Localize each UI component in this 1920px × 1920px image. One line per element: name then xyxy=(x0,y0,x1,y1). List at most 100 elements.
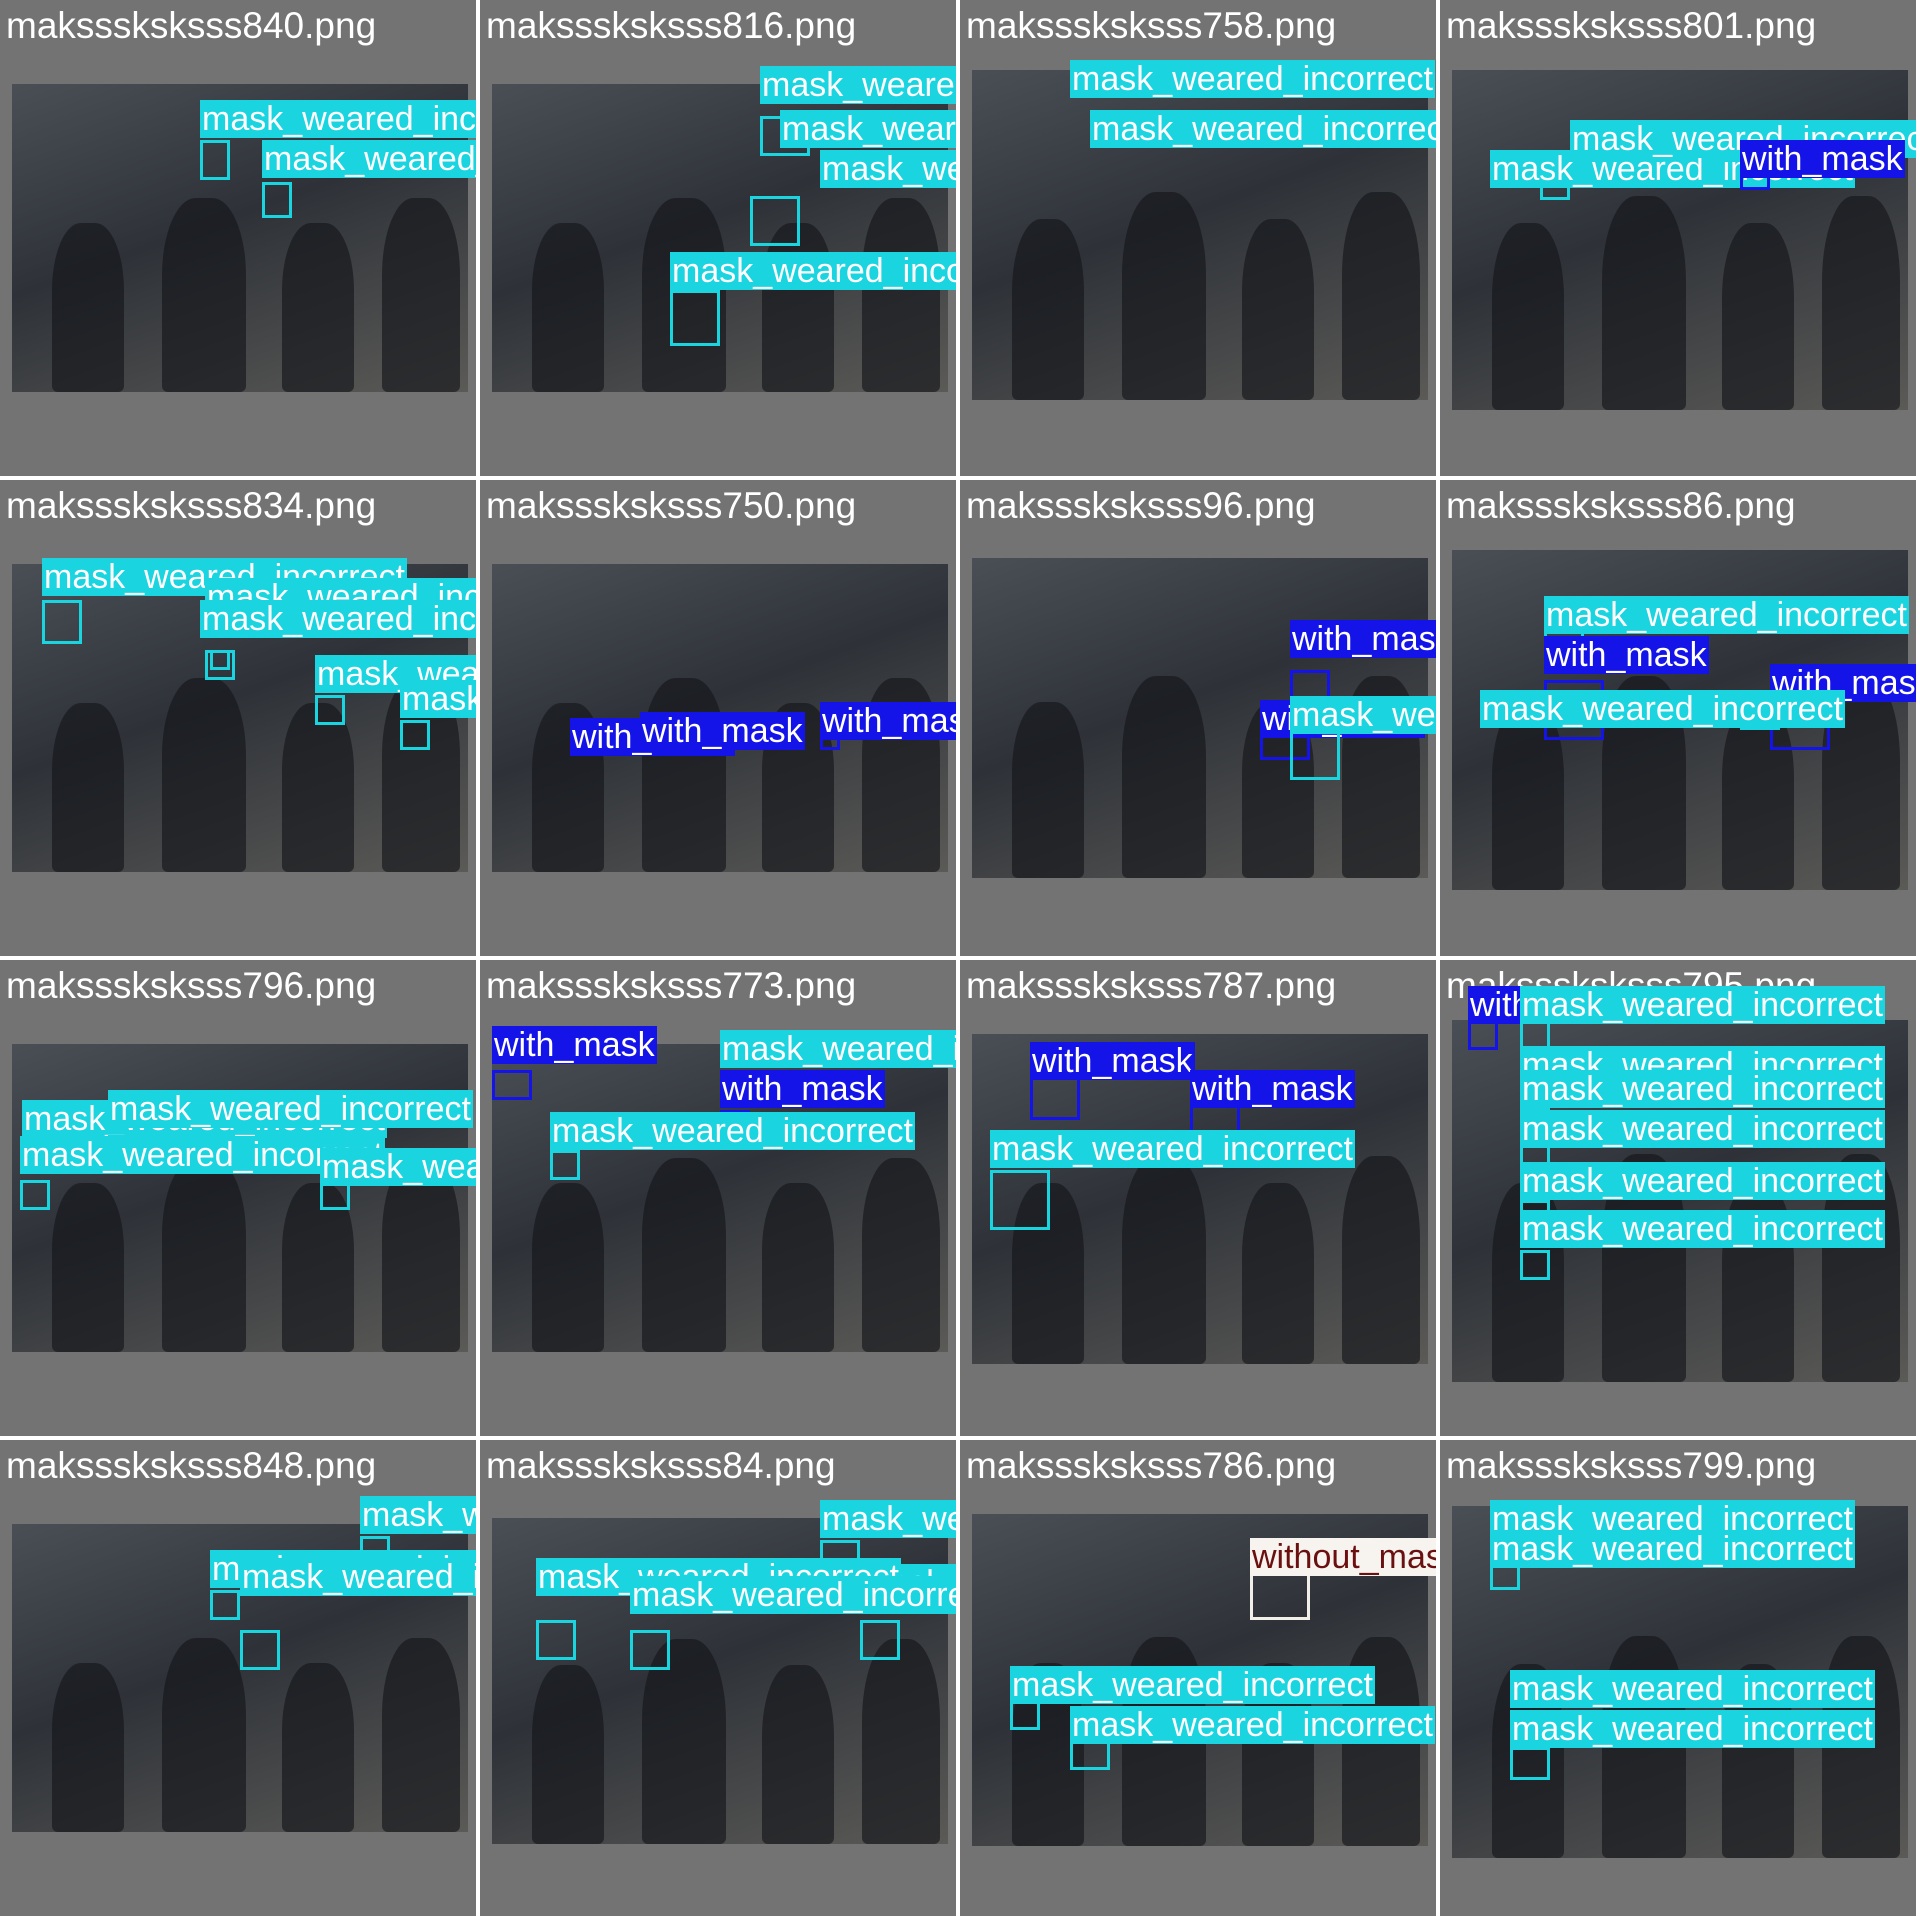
detection-label: mask_weared_incorrect xyxy=(240,1558,476,1596)
detection-label: mask_weared_incorrect xyxy=(820,1500,956,1538)
tile-filename: maksssksksss848.png xyxy=(6,1445,377,1486)
tile-filename: maksssksksss773.png xyxy=(486,965,857,1006)
person-silhouette xyxy=(532,222,604,392)
person-silhouette xyxy=(162,197,246,392)
person-silhouette xyxy=(162,677,246,872)
tile-filename: maksssksksss786.png xyxy=(966,1445,1337,1486)
person-silhouette xyxy=(862,1157,940,1352)
tile: maksssksksss786.png without_mask mask_wear… xyxy=(960,1440,1436,1916)
detection-box xyxy=(990,1170,1050,1230)
person-silhouette xyxy=(282,702,354,872)
person-silhouette xyxy=(1722,223,1794,410)
detection-label: mask_weared_incorrect xyxy=(1010,1666,1375,1704)
detection-label: mask_weared_incorrect xyxy=(1090,110,1436,148)
detection-label: mask_weared_incorrect xyxy=(1290,696,1436,734)
detection-box xyxy=(492,1070,532,1100)
tile-filename: maksssksksss801.png xyxy=(1446,5,1817,46)
person-silhouette xyxy=(532,1182,604,1352)
detection-box xyxy=(1010,1700,1040,1730)
detection-label: mask_weared_incorrect xyxy=(360,1496,476,1534)
tile-filename: maksssksksss834.png xyxy=(6,485,377,526)
person-silhouette xyxy=(1342,192,1420,400)
detection-label: mask_weared_incorrect xyxy=(400,680,476,718)
person-silhouette xyxy=(762,1182,834,1352)
person-silhouette xyxy=(1602,195,1686,410)
tile: maksssksksss840.png mask_weared_incorrect… xyxy=(0,0,476,476)
tile-filename: maksssksksss750.png xyxy=(486,485,857,526)
tile-filename: maksssksksss816.png xyxy=(486,5,857,46)
tile: maksssksksss787.png with_mask with_mask mas… xyxy=(960,960,1436,1436)
detection-label: with_mask xyxy=(1290,620,1436,658)
tile-filename: maksssksksss96.png xyxy=(966,485,1316,526)
person-silhouette xyxy=(282,1662,354,1832)
detection-label: mask_weared_incorrect xyxy=(200,100,476,138)
detection-label: with_mask xyxy=(720,1070,885,1108)
detection-label: mask_weared_incorrect xyxy=(320,1148,476,1186)
detection-label: mask_weared_incorrect xyxy=(1480,690,1845,728)
person-silhouette xyxy=(382,1637,460,1832)
person-silhouette xyxy=(1012,702,1084,878)
detection-box xyxy=(630,1630,670,1670)
detection-label: mask_weared_incorrect xyxy=(1510,1710,1875,1748)
detection-box xyxy=(1290,730,1340,780)
detection-box xyxy=(240,1630,280,1670)
detection-box xyxy=(670,290,720,346)
detection-box xyxy=(210,1590,240,1620)
detection-label: mask_weared_incorrect xyxy=(1490,1530,1855,1568)
detection-label: mask_weared_incorrect xyxy=(630,1576,956,1614)
person-silhouette xyxy=(1122,1156,1206,1364)
person-silhouette xyxy=(162,1637,246,1832)
tile: maksssksksss799.png mask_weared_incorrect… xyxy=(1440,1440,1916,1916)
detection-label: with_mask xyxy=(1740,140,1905,178)
detection-label: mask_weared_incorrect xyxy=(1520,986,1885,1024)
tile: maksssksksss796.png mask_weared_incorrect… xyxy=(0,960,476,1436)
tile-filename: maksssksksss796.png xyxy=(6,965,377,1006)
detection-label: with_mask xyxy=(1544,636,1709,674)
detection-box xyxy=(210,650,230,670)
tile: maksssksksss834.png mask_weared_incorrect… xyxy=(0,480,476,956)
detection-label: mask_weared_incorrect xyxy=(200,600,476,638)
person-silhouette xyxy=(762,222,834,392)
detection-label: mask_weared_incorrect xyxy=(1510,1670,1875,1708)
detection-label: mask_weared_incorrect xyxy=(820,150,956,188)
person-silhouette xyxy=(762,1664,834,1844)
detection-label: mask_weared_incorrect xyxy=(1520,1070,1885,1108)
tile: maksssksksss750.pngwith_maskwith_maskwit… xyxy=(480,480,956,956)
tile: maksssksksss96.pngwith_maskwith_maskmask… xyxy=(960,480,1436,956)
detection-label: with_mask xyxy=(492,1026,657,1064)
detection-box xyxy=(1520,1250,1550,1280)
detection-box xyxy=(400,720,430,750)
person-silhouette xyxy=(382,1157,460,1352)
detection-label: with_mask xyxy=(1190,1070,1355,1108)
detection-box xyxy=(1468,1020,1498,1050)
tile-filename: maksssksksss84.png xyxy=(486,1445,836,1486)
person-silhouette xyxy=(1492,223,1564,410)
detection-label: mask_weared_incorrect xyxy=(1070,60,1435,98)
tile: maksssksksss84.pngmask_weared_incorrectm… xyxy=(480,1440,956,1916)
person-silhouette xyxy=(52,222,124,392)
person-silhouette xyxy=(1012,218,1084,400)
tile: maksssksksss801.png mask_weared_incorrect… xyxy=(1440,0,1916,476)
tile-filename: maksssksksss799.png xyxy=(1446,1445,1817,1486)
person-silhouette xyxy=(52,702,124,872)
detection-label: mask_weared_incorrect xyxy=(670,252,956,290)
detection-label: with_mask xyxy=(640,712,805,750)
tile: maksssksksss795.pngwith_maskmask_weared_… xyxy=(1440,960,1916,1436)
detection-box xyxy=(315,695,345,725)
person-silhouette xyxy=(382,197,460,392)
detection-label: mask_weared_incorrect xyxy=(760,66,956,104)
detection-label: mask_weared_incorrect xyxy=(780,110,956,148)
tile: maksssksksss86.png mask_weared_incorrect w… xyxy=(1440,480,1916,956)
person-silhouette xyxy=(1242,1182,1314,1364)
person-silhouette xyxy=(282,222,354,392)
detection-label: mask_weared_incorrect xyxy=(990,1130,1355,1168)
detection-label: mask_weared_incorrect xyxy=(1520,1210,1885,1248)
detection-label: mask_weared_incorrect xyxy=(550,1112,915,1150)
person-silhouette xyxy=(1822,195,1900,410)
person-silhouette xyxy=(532,1664,604,1844)
detection-label: mask_weared_incorrect xyxy=(262,140,476,178)
person-silhouette xyxy=(862,1638,940,1844)
tile-filename: maksssksksss787.png xyxy=(966,965,1337,1006)
detection-box xyxy=(550,1150,580,1180)
detection-label: mask_weared_incorrect xyxy=(1520,1162,1885,1200)
